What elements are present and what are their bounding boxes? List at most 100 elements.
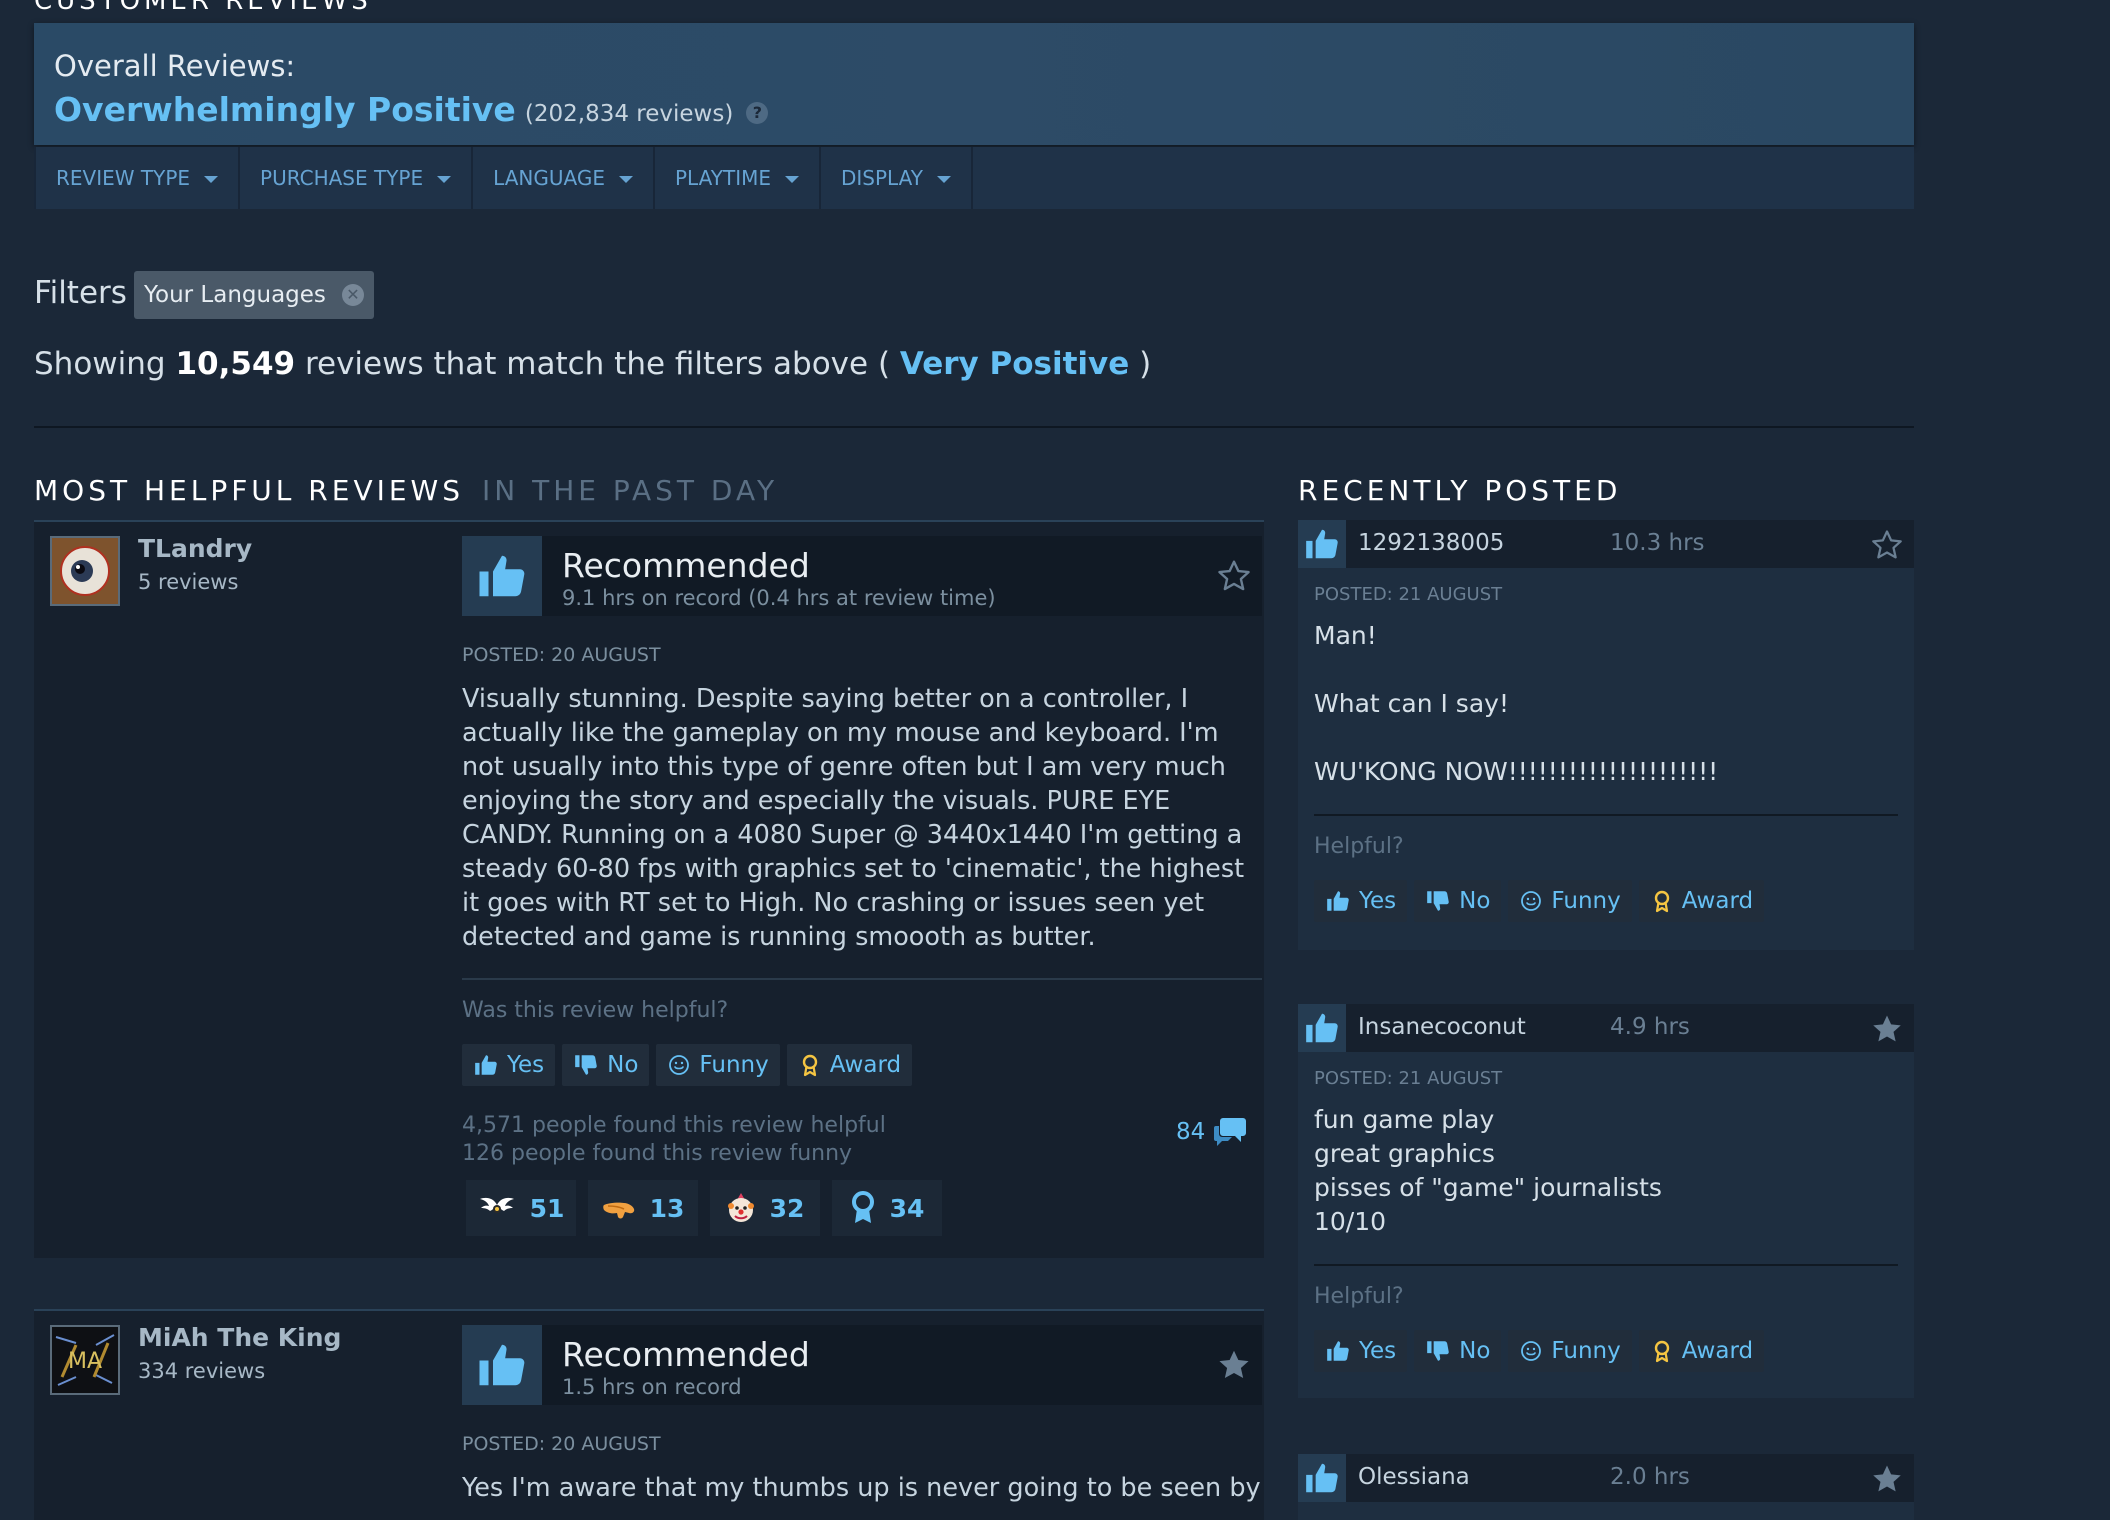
divider (1314, 814, 1898, 816)
tab-playtime[interactable]: Playtime (655, 147, 821, 209)
recent-review-header[interactable]: Olessiana 2.0 hrs (1298, 1454, 1914, 1502)
smile-icon (1519, 1339, 1543, 1363)
tab-label: Purchase Type (260, 166, 424, 190)
yes-label: Yes (507, 1052, 545, 1078)
avatar-initials: MA (68, 1349, 102, 1374)
award-label: Award (829, 1052, 902, 1078)
found-funny: 126 people found this review funny (462, 1141, 853, 1166)
review-text: Yes I'm aware that my thumbs up is never… (462, 1473, 1261, 1503)
recent-review-card: Insanecoconut 4.9 hrs Posted: 21 August … (1298, 1004, 1914, 1398)
recent-review-author[interactable]: 1292138005 (1358, 530, 1504, 556)
helpful-question: Helpful? (1314, 1284, 1404, 1309)
funny-label: Funny (699, 1052, 769, 1078)
tab-language[interactable]: Language (473, 147, 655, 209)
chevron-down-icon (937, 176, 952, 183)
filter-chip-label: Your Languages (144, 282, 326, 308)
award-count: 32 (769, 1193, 805, 1223)
recent-review-hours: 4.9 hrs (1610, 1014, 1690, 1040)
tab-label: Review Type (56, 166, 191, 190)
review-verdict[interactable]: Recommended 1.5 hrs on record (462, 1325, 1262, 1405)
award-button[interactable]: Award (1638, 880, 1765, 922)
thumbs-down-icon (573, 1052, 599, 1078)
review-author-count[interactable]: 334 reviews (138, 1359, 265, 1383)
award-reaction[interactable]: 32 (710, 1180, 820, 1236)
award-reaction[interactable]: 34 (832, 1180, 942, 1236)
thumbs-up-icon (1325, 1338, 1351, 1364)
award-button[interactable]: Award (1638, 1330, 1765, 1372)
recent-review-author[interactable]: Olessiana (1358, 1464, 1470, 1490)
award-reaction[interactable]: 51 (466, 1180, 576, 1236)
smile-icon (667, 1053, 691, 1077)
review-date: Posted: 20 August (462, 644, 661, 666)
yes-button[interactable]: Yes (462, 1044, 556, 1086)
recent-review-text: fun game play great graphics pisses of "… (1314, 1105, 1662, 1236)
no-label: No (607, 1052, 639, 1078)
no-button[interactable]: No (562, 1044, 650, 1086)
yes-button[interactable]: Yes (1314, 880, 1408, 922)
avatar[interactable]: MA (50, 1325, 120, 1395)
most-helpful-period: In the past day (482, 474, 779, 507)
review-date: Posted: 20 August (462, 1433, 661, 1455)
no-label: No (1459, 1338, 1491, 1364)
showing-middle: reviews that match the filters above ( (304, 346, 891, 382)
help-icon[interactable]: ? (746, 102, 769, 124)
award-reaction[interactable]: 13 (588, 1180, 698, 1236)
tab-review-type[interactable]: Review Type (34, 147, 241, 209)
vote-buttons: Yes No Funny Award (1314, 880, 1765, 922)
overall-score[interactable]: Overwhelmingly Positive (54, 90, 516, 129)
filtered-rating[interactable]: Very Positive (900, 346, 1129, 382)
thumbs-down-icon (1425, 1338, 1451, 1364)
close-icon[interactable]: ✕ (341, 284, 364, 306)
vote-buttons: Yes No Funny Award (462, 1044, 913, 1086)
verdict-label: Recommended (562, 1335, 810, 1374)
award-reactions: 51 13 32 34 (466, 1180, 942, 1236)
divider (1314, 1264, 1898, 1266)
star-filled-icon[interactable] (1216, 1347, 1252, 1387)
review-author-count[interactable]: 5 reviews (138, 570, 238, 594)
recent-review-text: Man! What can I say! WU'KONG NOW!!!!!!!!… (1314, 621, 1719, 786)
star-filled-icon[interactable] (1870, 1462, 1904, 1500)
chevron-down-icon (618, 176, 633, 183)
review-author[interactable]: TLandry (138, 534, 252, 563)
verdict-label: Recommended (562, 546, 810, 585)
star-outline-icon[interactable] (1216, 558, 1252, 598)
thumbs-up-icon (1325, 888, 1351, 914)
yes-button[interactable]: Yes (1314, 1330, 1408, 1372)
smile-icon (1519, 889, 1543, 913)
recent-review-header[interactable]: 1292138005 10.3 hrs (1298, 520, 1914, 568)
no-button[interactable]: No (1414, 1330, 1502, 1372)
vote-buttons: Yes No Funny Award (1314, 1330, 1765, 1372)
funny-button[interactable]: Funny (1508, 1330, 1632, 1372)
award-label: Award (1681, 888, 1754, 914)
customer-reviews-heading: Customer Reviews (34, 0, 372, 16)
review-filter-tabs: Review Type Purchase Type Language Playt… (34, 147, 1914, 209)
recent-review-date: Posted: 21 August (1314, 584, 1503, 605)
comment-icon (1214, 1118, 1247, 1146)
funny-label: Funny (1551, 1338, 1621, 1364)
yes-label: Yes (1359, 888, 1397, 914)
filters-label: Filters (34, 275, 127, 311)
recent-review-card: 1292138005 10.3 hrs Posted: 21 August Ma… (1298, 520, 1914, 950)
thumbs-up-icon (462, 536, 542, 616)
award-count: 34 (889, 1193, 925, 1223)
review-verdict[interactable]: Recommended 9.1 hrs on record (0.4 hrs a… (462, 536, 1262, 616)
no-button[interactable]: No (1414, 880, 1502, 922)
no-label: No (1459, 888, 1491, 914)
chevron-down-icon (785, 176, 799, 183)
recent-review-header[interactable]: Insanecoconut 4.9 hrs (1298, 1004, 1914, 1052)
star-outline-icon[interactable] (1870, 528, 1904, 566)
avatar[interactable] (50, 536, 120, 606)
recent-review-card: Olessiana 2.0 hrs (1298, 1454, 1914, 1520)
recent-review-author[interactable]: Insanecoconut (1358, 1014, 1526, 1040)
tab-purchase-type[interactable]: Purchase Type (240, 147, 474, 209)
recent-review-hours: 10.3 hrs (1610, 530, 1705, 556)
tab-display[interactable]: Display (821, 147, 974, 209)
comments-link[interactable]: 84 (1176, 1116, 1247, 1148)
award-label: Award (1681, 1338, 1754, 1364)
filter-chip-languages[interactable]: Your Languages ✕ (134, 271, 374, 319)
funny-button[interactable]: Funny (1508, 880, 1632, 922)
award-button[interactable]: Award (786, 1044, 913, 1086)
funny-button[interactable]: Funny (656, 1044, 780, 1086)
star-filled-icon[interactable] (1870, 1012, 1904, 1050)
review-author[interactable]: MiAh The King (138, 1323, 341, 1352)
